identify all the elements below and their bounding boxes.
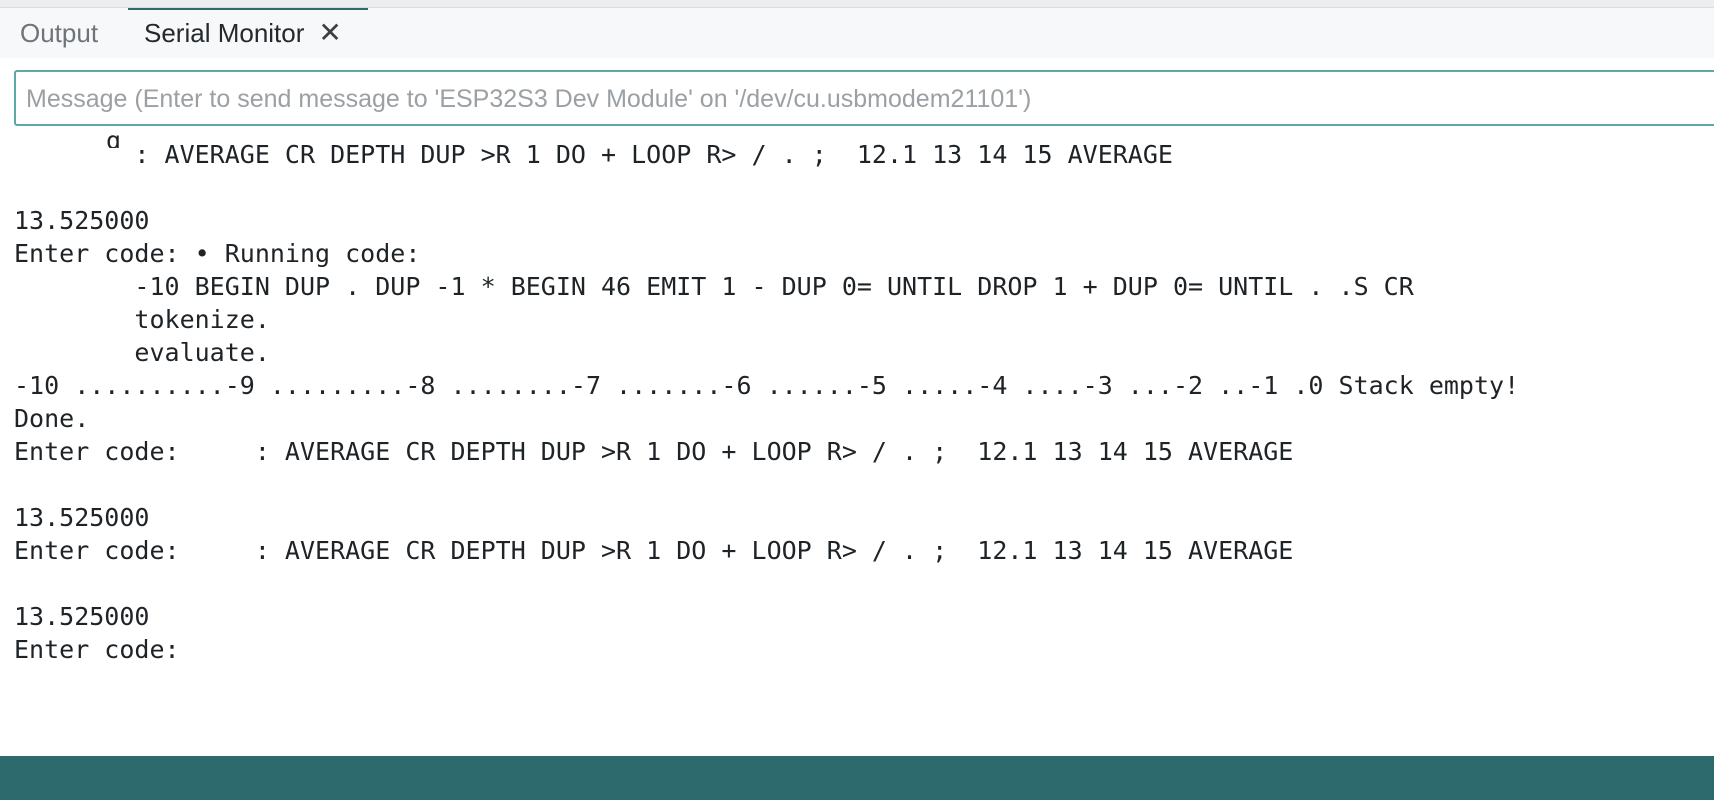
- output-line: evaluate.: [14, 338, 270, 367]
- output-line: Enter code: • Running code:: [14, 239, 421, 268]
- tab-output[interactable]: Output: [20, 8, 98, 58]
- message-input[interactable]: [24, 72, 1714, 126]
- output-line: 13.525000: [14, 602, 150, 631]
- output-line: -10 ..........-9 .........-8 ........-7 …: [14, 371, 1520, 400]
- output-line: 13.525000: [14, 503, 150, 532]
- close-icon[interactable]: ✕: [318, 19, 341, 47]
- output-line: 13.525000: [14, 206, 150, 235]
- output-line: Done.: [14, 404, 90, 433]
- serial-output[interactable]: g : AVERAGE CR DEPTH DUP >R 1 DO + LOOP …: [0, 134, 1714, 756]
- tab-serial-monitor[interactable]: Serial Monitor ✕: [128, 8, 358, 58]
- output-line: -10 BEGIN DUP . DUP -1 * BEGIN 46 EMIT 1…: [14, 272, 1414, 301]
- tab-serial-monitor-label: Serial Monitor: [144, 17, 305, 48]
- tab-output-label: Output: [20, 17, 99, 48]
- message-bar: [14, 70, 1714, 126]
- panel-tab-bar: Output Serial Monitor ✕: [0, 8, 1714, 58]
- status-bar: [0, 756, 1714, 800]
- output-line: Enter code:: [14, 635, 180, 664]
- serial-monitor-panel: Output Serial Monitor ✕ g : AVERAGE CR D…: [0, 0, 1714, 800]
- output-line: Enter code: : AVERAGE CR DEPTH DUP >R 1 …: [14, 437, 1294, 466]
- panel-top-strip: [0, 0, 1714, 8]
- output-line: : AVERAGE CR DEPTH DUP >R 1 DO + LOOP R>…: [14, 140, 1173, 169]
- output-line: tokenize.: [14, 305, 270, 334]
- output-line: Enter code: : AVERAGE CR DEPTH DUP >R 1 …: [14, 536, 1294, 565]
